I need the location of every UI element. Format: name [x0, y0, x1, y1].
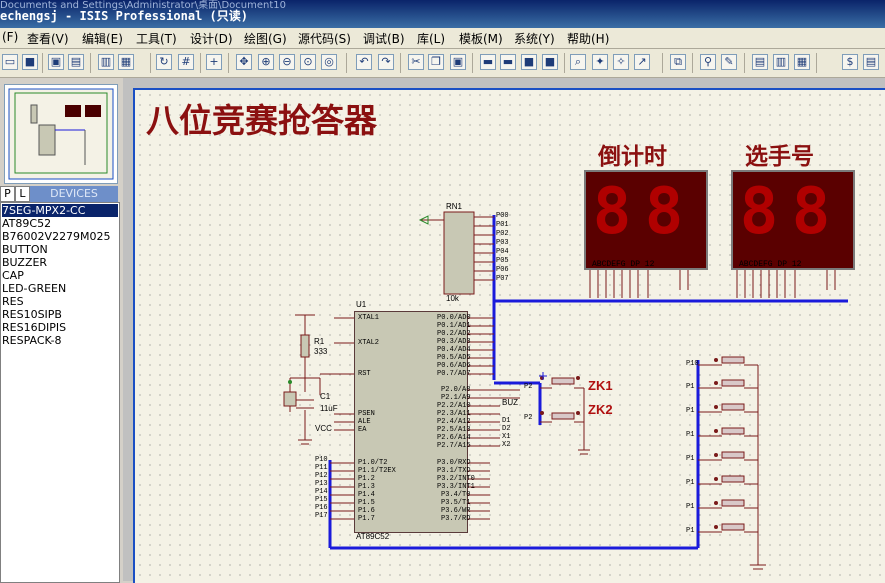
u1-pin-label: P1.3 [358, 483, 375, 491]
u1-pin-label: XTAL1 [358, 314, 380, 322]
net-label: P00 [496, 212, 509, 220]
u1-pin-label: P2.2/A10 [437, 402, 471, 410]
u1-pin-label: P0.7/AD7 [437, 370, 471, 378]
net-label: P03 [496, 239, 509, 247]
net-label: P13 [315, 480, 328, 488]
net-label: P11 [315, 464, 328, 472]
u1-pin-label: P0.6/AD6 [437, 362, 471, 370]
u1-pin-label: P2.5/A13 [437, 426, 471, 434]
u1-part: AT89C52 [356, 532, 390, 541]
net-label: X1 [502, 433, 511, 441]
net-label: P17 [315, 512, 328, 520]
net-label: P1 [686, 431, 695, 439]
net-label: P16 [315, 504, 328, 512]
u1-pin-label: P3.5/T1 [441, 499, 471, 507]
net-label: P1 [686, 479, 695, 487]
u1-pin-label: P3.1/TXD [437, 467, 471, 475]
u1-pin-label: P0.3/AD3 [437, 338, 471, 346]
u1-pin-label: P3.3/INT1 [437, 483, 475, 491]
u1-pin-label: P0.4/AD4 [437, 346, 471, 354]
net-label: P01 [496, 221, 509, 229]
u1-pin-label: P0.0/AD0 [437, 314, 471, 322]
zk1-label: ZK1 [588, 378, 613, 393]
net-label: X2 [502, 441, 511, 449]
u1-pin-label: P0.5/AD5 [437, 354, 471, 362]
u1-pin-label: XTAL2 [358, 339, 380, 347]
net-label: P2 [524, 414, 533, 422]
u1-pin-label: PSEN [358, 410, 375, 418]
u1-pin-label: ALE [358, 418, 371, 426]
net-label: P1 [686, 503, 695, 511]
net-label: P07 [496, 275, 509, 283]
net-label: P14 [315, 488, 328, 496]
net-label: P05 [496, 257, 509, 265]
vcc-label: VCC [315, 424, 332, 433]
u1-pin-label: EA [358, 426, 367, 434]
u1-pin-label: P3.2/INT0 [437, 475, 475, 483]
r1-ref: R1 [314, 337, 325, 346]
net-label: P2 [524, 383, 533, 391]
net-label: P06 [496, 266, 509, 274]
c1-ref: C1 [320, 392, 331, 401]
u1-pin-label: P2.1/A9 [441, 394, 471, 402]
zk2-label: ZK2 [588, 402, 613, 417]
net-label: P02 [496, 230, 509, 238]
u1-pin-label: P1.5 [358, 499, 375, 507]
u1-pin-label: P2.0/A8 [441, 386, 471, 394]
c1-value: 11uF [320, 404, 338, 413]
u1-pin-label: P0.1/AD1 [437, 322, 471, 330]
u1-pin-label: P1.0/T2 [358, 459, 388, 467]
u1-pin-label: P1.1/T2EX [358, 467, 396, 475]
u1-pin-label: P1.7 [358, 515, 375, 523]
u1-pin-label: P1.4 [358, 491, 375, 499]
net-label: D2 [502, 425, 511, 433]
r1-value: 333 [314, 347, 328, 356]
u1-pin-label: P3.0/RXD [437, 459, 471, 467]
u1-pin-label: P2.3/A11 [437, 410, 471, 418]
rn1-ref: RN1 [446, 202, 463, 211]
buz-label: BUZ [502, 398, 518, 407]
u1-pin-label: P2.7/A15 [437, 442, 471, 450]
u1-pin-label: P0.2/AD2 [437, 330, 471, 338]
net-label: P15 [315, 496, 328, 504]
u1-pin-label: P2.4/A12 [437, 418, 471, 426]
net-label: P10 [315, 456, 328, 464]
net-label: P12 [315, 472, 328, 480]
net-label: P1 [686, 407, 695, 415]
rn1-value: 10k [446, 294, 459, 303]
net-label: P04 [496, 248, 509, 256]
net-label: P1 [686, 455, 695, 463]
u1-pin-label: P3.7/RD [441, 515, 471, 523]
u1-pin-label: P3.6/WR [441, 507, 471, 515]
net-label: P10 [686, 360, 699, 368]
u1-pin-label: RST [358, 370, 371, 378]
u1-pin-label: P3.4/T0 [441, 491, 471, 499]
u1-pin-label: P2.6/A14 [437, 434, 471, 442]
net-label: P1 [686, 527, 695, 535]
u1-ref: U1 [356, 300, 367, 309]
net-label: P1 [686, 383, 695, 391]
u1-pin-label: P1.2 [358, 475, 375, 483]
net-label: D1 [502, 417, 511, 425]
u1-pin-label: P1.6 [358, 507, 375, 515]
